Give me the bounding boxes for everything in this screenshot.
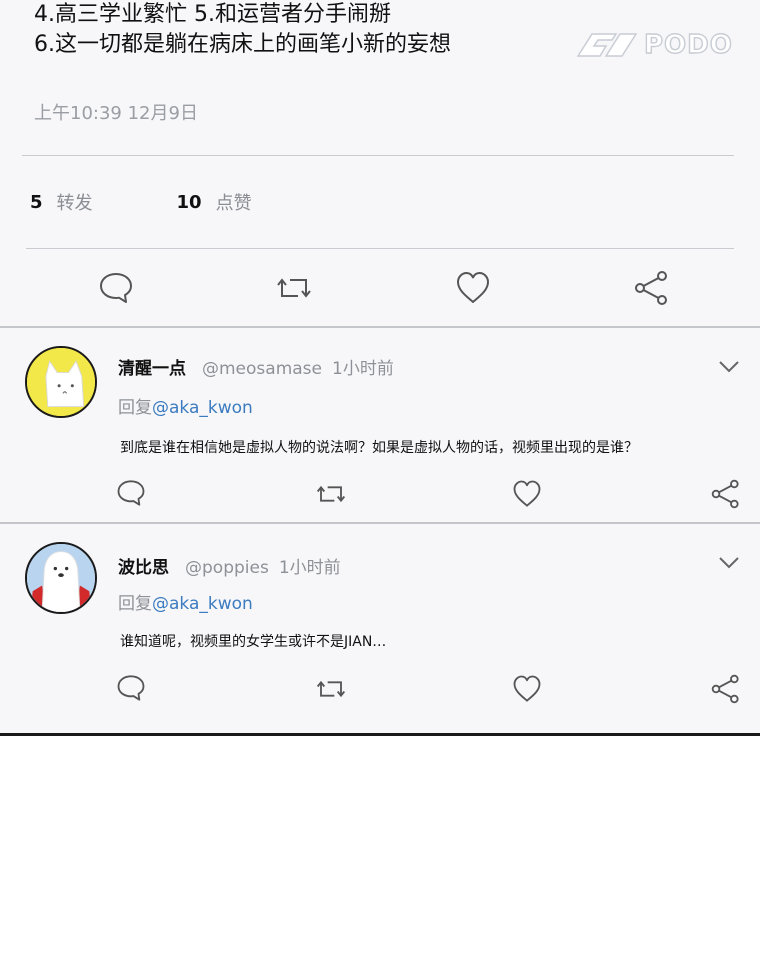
divider bbox=[26, 248, 734, 249]
like-label: 点赞 bbox=[215, 193, 252, 214]
mention-link[interactable]: @aka_kwon bbox=[152, 398, 253, 418]
reply-author-name[interactable]: 波比思 bbox=[118, 553, 169, 578]
share-button[interactable] bbox=[711, 479, 741, 509]
reply-time: 1小时前 bbox=[332, 359, 394, 379]
reply-header: 清醒一点 @meosamase 1小时前 bbox=[118, 354, 394, 379]
tweet-panel: 4.高三学业繁忙 5.和运营者分手闹掰 6.这一切都是躺在病床上的画笔小新的妄想… bbox=[0, 0, 760, 736]
white-bear-avatar-icon bbox=[27, 544, 95, 612]
retweet-arrows-icon bbox=[316, 485, 346, 503]
retweet-stat[interactable]: 5 转发 bbox=[30, 189, 93, 215]
divider bbox=[0, 326, 760, 328]
tweet-timestamp: 上午10:39 12月9日 bbox=[34, 103, 198, 124]
retweet-arrows-icon bbox=[316, 680, 346, 698]
reply-time: 1小时前 bbox=[278, 558, 341, 578]
reply-button[interactable] bbox=[116, 478, 146, 508]
reply-author-name[interactable]: 清醒一点 bbox=[118, 354, 186, 379]
heart-icon bbox=[513, 480, 541, 507]
retweet-button[interactable] bbox=[276, 270, 312, 306]
avatar[interactable] bbox=[25, 542, 97, 614]
retweet-count: 5 bbox=[30, 191, 43, 213]
divider bbox=[22, 155, 734, 156]
reply-button[interactable] bbox=[98, 270, 134, 306]
mention-link[interactable]: @aka_kwon bbox=[152, 594, 253, 614]
like-count: 10 bbox=[176, 191, 202, 213]
retweet-button[interactable] bbox=[316, 674, 346, 704]
share-button[interactable] bbox=[634, 270, 670, 306]
share-nodes-icon bbox=[711, 674, 739, 704]
retweet-label: 转发 bbox=[56, 193, 93, 214]
heart-icon bbox=[513, 675, 541, 702]
comment-bubble-icon bbox=[117, 480, 145, 506]
reply-to-line: 回复@aka_kwon bbox=[118, 393, 253, 418]
like-button[interactable] bbox=[512, 674, 542, 704]
reply-prefix: 回复 bbox=[118, 594, 152, 614]
tweet-text: 4.高三学业繁忙 5.和运营者分手闹掰 6.这一切都是躺在病床上的画笔小新的妄想 bbox=[34, 0, 451, 60]
divider bbox=[0, 522, 760, 524]
share-button[interactable] bbox=[711, 674, 741, 704]
avatar[interactable] bbox=[25, 346, 97, 418]
reply-prefix: 回复 bbox=[118, 398, 152, 418]
chevron-down-icon[interactable] bbox=[718, 360, 740, 374]
reply-author-handle[interactable]: @meosamase bbox=[202, 359, 322, 379]
retweet-arrows-icon bbox=[277, 278, 311, 298]
like-stat[interactable]: 10 点赞 bbox=[177, 189, 252, 215]
retweet-button[interactable] bbox=[316, 479, 346, 509]
share-nodes-icon bbox=[635, 271, 667, 305]
chevron-down-icon[interactable] bbox=[718, 556, 740, 570]
like-button[interactable] bbox=[455, 270, 491, 306]
reply-button[interactable] bbox=[116, 673, 146, 703]
like-button[interactable] bbox=[512, 479, 542, 509]
reply-text: 到底是谁在相信她是虚拟人物的说法啊？如果是虚拟人物的话，视频里出现的是谁？ bbox=[120, 440, 638, 456]
reply-author-handle[interactable]: @poppies bbox=[185, 558, 269, 578]
tweet-stats: 5 转发 10 点赞 bbox=[30, 189, 252, 215]
white-dog-avatar-icon bbox=[27, 348, 95, 416]
tweet-actions bbox=[0, 270, 760, 310]
share-nodes-icon bbox=[711, 479, 739, 509]
blank-area bbox=[0, 736, 760, 969]
comment-bubble-icon bbox=[117, 675, 145, 701]
reply-text: 谁知道呢，视频里的女学生或许不是JIAN… bbox=[120, 634, 387, 650]
reply-to-line: 回复@aka_kwon bbox=[118, 589, 253, 614]
watermark-logo-icon bbox=[576, 33, 638, 57]
reply-header: 波比思 @poppies 1小时前 bbox=[118, 553, 341, 578]
podo-watermark: PODO bbox=[576, 29, 746, 61]
heart-icon bbox=[457, 272, 489, 303]
tweet-text-line-2: 6.这一切都是躺在病床上的画笔小新的妄想 bbox=[34, 32, 451, 57]
comment-bubble-icon bbox=[100, 273, 132, 303]
tweet-text-line-1: 4.高三学业繁忙 5.和运营者分手闹掰 bbox=[34, 2, 391, 27]
watermark-text: PODO bbox=[643, 29, 733, 60]
